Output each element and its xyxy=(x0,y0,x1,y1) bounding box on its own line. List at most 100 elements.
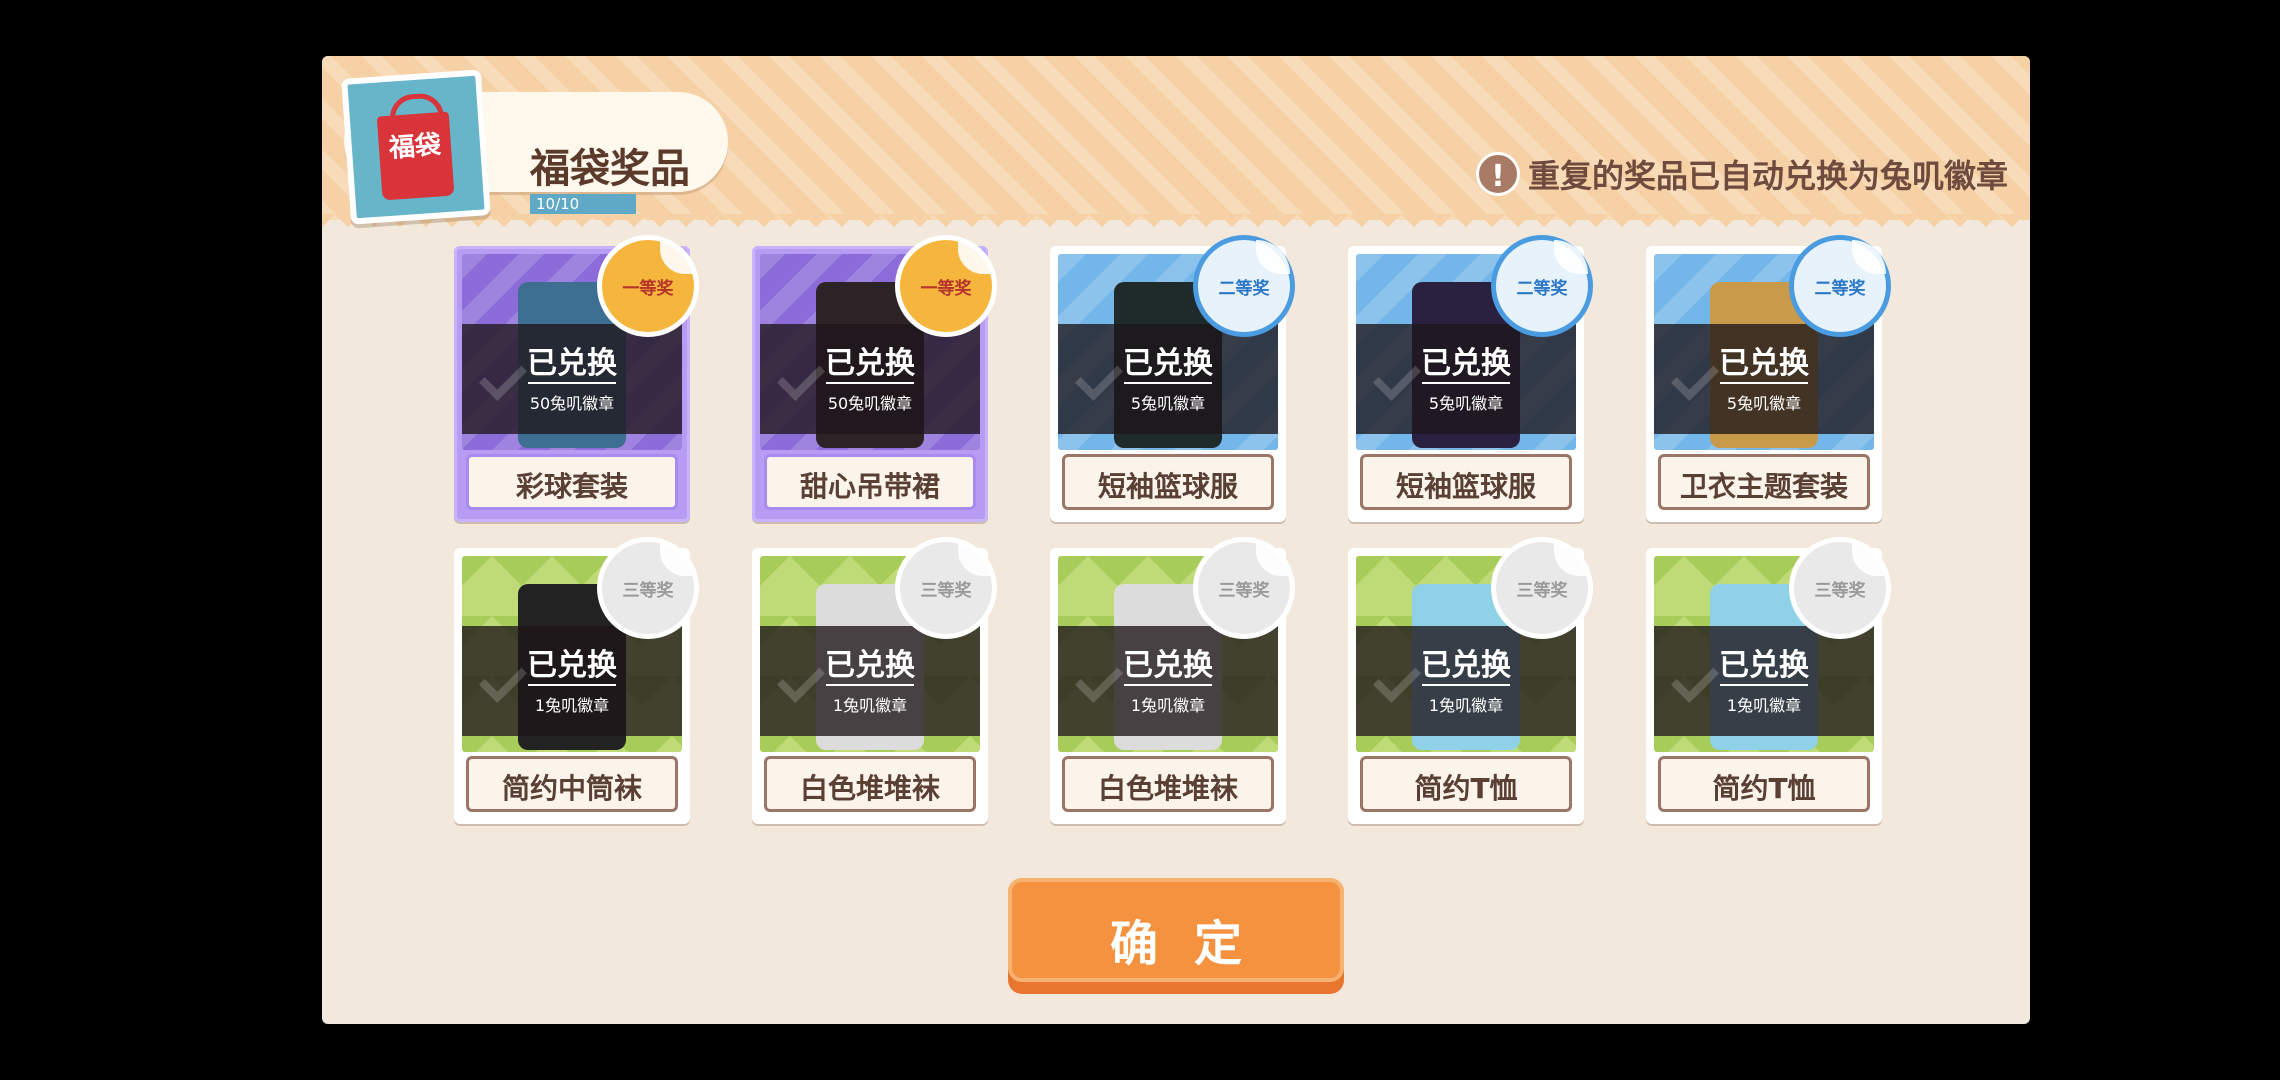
prize-card[interactable]: 已兑换 5兔叽徽章 二等奖短袖篮球服 xyxy=(1348,240,1588,522)
prize-name-box: 彩球套装 xyxy=(466,454,678,510)
prize-card[interactable]: 已兑换 1兔叽徽章 三等奖简约T恤 xyxy=(1348,542,1588,824)
tier-label: 三等奖 xyxy=(1218,580,1270,601)
confirm-button[interactable]: 确定 xyxy=(1008,878,1344,994)
badge-reward: 50兔叽徽章 xyxy=(827,394,913,413)
redeemed-status: 已兑换 xyxy=(527,648,617,683)
prize-name-box: 卫衣主题套装 xyxy=(1658,454,1870,510)
status-divider xyxy=(1720,382,1808,384)
header-zigzag-edge xyxy=(322,214,2030,240)
redeemed-overlay: 已兑换 5兔叽徽章 xyxy=(1654,324,1874,434)
progress-bar: 10/10 xyxy=(530,194,636,214)
prize-name: 简约中筒袜 xyxy=(501,772,642,805)
tier-label: 一等奖 xyxy=(920,278,972,299)
prize-tier-badge: 三等奖 xyxy=(1794,542,1886,634)
prize-tier-badge: 三等奖 xyxy=(602,542,694,634)
redeemed-status: 已兑换 xyxy=(1123,346,1213,381)
prize-name-box: 短袖篮球服 xyxy=(1360,454,1572,510)
badge-reward: 1兔叽徽章 xyxy=(1130,696,1206,715)
sticker-curl xyxy=(660,240,694,274)
confirm-label: 确定 xyxy=(1109,916,1278,972)
redeemed-overlay: 已兑换 1兔叽徽章 xyxy=(1356,626,1576,736)
redeemed-overlay: 已兑换 5兔叽徽章 xyxy=(1058,324,1278,434)
progress-text: 10/10 xyxy=(536,195,580,213)
redeemed-status: 已兑换 xyxy=(1421,648,1511,683)
status-divider xyxy=(1124,382,1212,384)
redeemed-status: 已兑换 xyxy=(1719,648,1809,683)
redeemed-overlay: 已兑换 1兔叽徽章 xyxy=(462,626,682,736)
prize-tier-badge: 二等奖 xyxy=(1794,240,1886,332)
sticker-curl xyxy=(1256,542,1290,576)
prize-name-box: 甜心吊带裙 xyxy=(764,454,976,510)
badge-reward: 5兔叽徽章 xyxy=(1726,394,1802,413)
redeemed-status: 已兑换 xyxy=(825,346,915,381)
bag-label: 福袋 xyxy=(388,130,442,164)
prize-card[interactable]: 已兑换 1兔叽徽章 三等奖简约T恤 xyxy=(1646,542,1886,824)
prize-card[interactable]: 已兑换 5兔叽徽章 二等奖卫衣主题套装 xyxy=(1646,240,1886,522)
sticker-curl xyxy=(1256,240,1290,274)
tier-label: 二等奖 xyxy=(1814,278,1866,299)
tier-label: 一等奖 xyxy=(622,278,674,299)
prize-name-box: 简约T恤 xyxy=(1360,756,1572,812)
status-divider xyxy=(528,684,616,686)
redeemed-status: 已兑换 xyxy=(1421,346,1511,381)
status-divider xyxy=(528,382,616,384)
prize-name: 卫衣主题套装 xyxy=(1679,470,1848,503)
prize-tier-badge: 一等奖 xyxy=(900,240,992,332)
prize-name-box: 简约中筒袜 xyxy=(466,756,678,812)
prize-tier-badge: 一等奖 xyxy=(602,240,694,332)
lucky-bag-dialog: 福袋奖品 10/10 福袋 ! 重复的奖品已自动兑换为兔叽徽章 已兑换 50兔叽徽… xyxy=(322,56,2030,1024)
sticker-curl xyxy=(1852,542,1886,576)
sticker-curl xyxy=(1852,240,1886,274)
redeemed-status: 已兑换 xyxy=(1123,648,1213,683)
tier-label: 三等奖 xyxy=(1814,580,1866,601)
status-divider xyxy=(1720,684,1808,686)
tier-label: 二等奖 xyxy=(1218,278,1270,299)
redeemed-status: 已兑换 xyxy=(527,346,617,381)
prize-name: 短袖篮球服 xyxy=(1097,470,1238,503)
status-divider xyxy=(826,684,914,686)
prize-card[interactable]: 已兑换 1兔叽徽章 三等奖简约中筒袜 xyxy=(454,542,694,824)
badge-reward: 5兔叽徽章 xyxy=(1428,394,1504,413)
redeemed-overlay: 已兑换 50兔叽徽章 xyxy=(760,324,980,434)
status-divider xyxy=(826,382,914,384)
badge-reward: 1兔叽徽章 xyxy=(1428,696,1504,715)
redeemed-status: 已兑换 xyxy=(825,648,915,683)
prize-name: 简约T恤 xyxy=(1414,772,1518,805)
redeemed-overlay: 已兑换 1兔叽徽章 xyxy=(760,626,980,736)
badge-reward: 5兔叽徽章 xyxy=(1130,394,1206,413)
tier-label: 二等奖 xyxy=(1516,278,1568,299)
prize-name: 短袖篮球服 xyxy=(1395,470,1536,503)
prize-tier-badge: 二等奖 xyxy=(1496,240,1588,332)
badge-reward: 50兔叽徽章 xyxy=(529,394,615,413)
sticker-curl xyxy=(958,240,992,274)
prize-card[interactable]: 已兑换 1兔叽徽章 三等奖 白色堆堆袜 xyxy=(752,542,992,824)
badge-reward: 1兔叽徽章 xyxy=(832,696,908,715)
prize-name-box: 简约T恤 xyxy=(1658,756,1870,812)
sticker-curl xyxy=(1554,542,1588,576)
prize-card[interactable]: 已兑换 50兔叽徽章 一等奖彩球套装 xyxy=(454,240,694,522)
confirm-button-face: 确定 xyxy=(1008,878,1344,982)
dialog-title: 福袋奖品 xyxy=(530,146,690,192)
prize-card[interactable]: 已兑换 1兔叽徽章 三等奖白色堆堆袜 xyxy=(1050,542,1290,824)
status-divider xyxy=(1124,684,1212,686)
prize-name: 白色堆堆袜 xyxy=(1097,772,1238,805)
prize-name: 甜心吊带裙 xyxy=(799,470,940,503)
prize-tier-badge: 三等奖 xyxy=(1198,542,1290,634)
notice-text: 重复的奖品已自动兑换为兔叽徽章 xyxy=(1527,157,2008,195)
redeemed-overlay: 已兑换 50兔叽徽章 xyxy=(462,324,682,434)
prize-card[interactable]: 已兑换 5兔叽徽章 二等奖短袖篮球服 xyxy=(1050,240,1290,522)
tier-label: 三等奖 xyxy=(920,580,972,601)
prize-name: 简约T恤 xyxy=(1712,772,1816,805)
redeemed-overlay: 已兑换 5兔叽徽章 xyxy=(1356,324,1576,434)
prize-name: 彩球套装 xyxy=(515,470,628,503)
sticker-curl xyxy=(660,542,694,576)
sticker-curl xyxy=(1554,240,1588,274)
status-divider xyxy=(1422,382,1510,384)
prize-tier-badge: 三等奖 xyxy=(1496,542,1588,634)
prize-card[interactable]: 已兑换 50兔叽徽章 一等奖甜心吊带裙 xyxy=(752,240,992,522)
lucky-bag-icon: 福袋 xyxy=(341,69,491,225)
badge-reward: 1兔叽徽章 xyxy=(1726,696,1802,715)
tier-label: 三等奖 xyxy=(622,580,674,601)
sticker-curl xyxy=(958,542,992,576)
tier-label: 三等奖 xyxy=(1516,580,1568,601)
